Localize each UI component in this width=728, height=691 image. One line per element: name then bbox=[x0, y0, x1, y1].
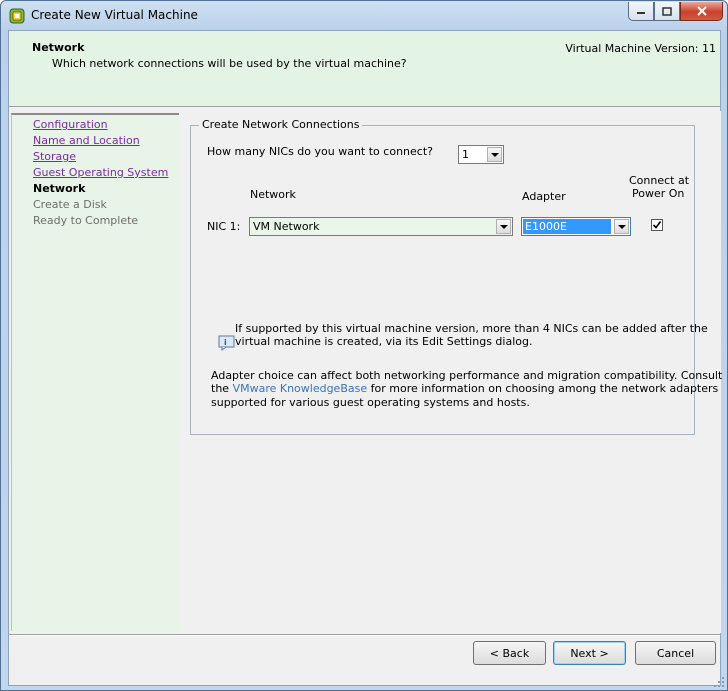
minimize-button[interactable] bbox=[628, 2, 654, 21]
close-icon bbox=[696, 6, 707, 16]
minimize-icon bbox=[637, 12, 645, 14]
step-name-and-location[interactable]: Name and Location bbox=[33, 134, 140, 147]
nic1-adapter-dropdown[interactable]: E1000E bbox=[521, 217, 631, 236]
info-text-line1: If supported by this virtual machine ver… bbox=[235, 322, 708, 335]
network-column-header: Network bbox=[250, 188, 296, 201]
footer-separator-highlight bbox=[9, 635, 720, 636]
resize-grip-icon[interactable] bbox=[713, 676, 725, 688]
next-button[interactable]: Next > bbox=[553, 641, 626, 665]
adapter-note-line2-suffix: for more information on choosing among t… bbox=[367, 382, 719, 395]
connect-column-header-line1: Connect at bbox=[629, 174, 690, 187]
connect-column-header-line2: Power On bbox=[632, 187, 685, 200]
nic1-adapter-value: E1000E bbox=[523, 219, 611, 234]
chevron-down-icon bbox=[496, 219, 511, 234]
wizard-steps-sidebar: Configuration Name and Location Storage … bbox=[11, 113, 179, 631]
window-controls bbox=[628, 2, 723, 21]
vm-version-label: Virtual Machine Version: 11 bbox=[565, 42, 716, 55]
window-title: Create New Virtual Machine bbox=[31, 8, 198, 22]
step-guest-operating-system[interactable]: Guest Operating System bbox=[33, 166, 168, 179]
nic1-network-dropdown[interactable]: VM Network bbox=[249, 217, 513, 236]
page-title: Network bbox=[32, 41, 85, 54]
step-ready-to-complete: Ready to Complete bbox=[33, 214, 139, 227]
chevron-down-icon bbox=[614, 219, 629, 234]
step-create-a-disk: Create a Disk bbox=[33, 198, 107, 211]
nic-count-value: 1 bbox=[462, 148, 469, 161]
cancel-button[interactable]: Cancel bbox=[635, 641, 716, 665]
step-network: Network bbox=[33, 182, 86, 195]
adapter-note-line2: the VMware KnowledgeBase for more inform… bbox=[211, 382, 718, 395]
nic-count-dropdown[interactable]: 1 bbox=[458, 145, 504, 164]
chevron-down-icon bbox=[487, 147, 502, 162]
wizard-content: Create Network Connections How many NICs… bbox=[181, 111, 722, 633]
nic1-connect-at-power-on-checkbox[interactable] bbox=[651, 219, 663, 231]
back-button[interactable]: < Back bbox=[473, 641, 546, 665]
nic-count-question: How many NICs do you want to connect? bbox=[207, 145, 433, 158]
dialog-window: Create New Virtual Machine Network Which… bbox=[0, 0, 728, 691]
adapter-note-line3: supported for various guest operating sy… bbox=[211, 396, 530, 409]
step-storage[interactable]: Storage bbox=[33, 150, 76, 163]
adapter-note-line1: Adapter choice can affect both networkin… bbox=[211, 369, 723, 382]
page-subtitle: Which network connections will be used b… bbox=[52, 57, 407, 70]
network-connections-group: Create Network Connections How many NICs… bbox=[190, 118, 722, 435]
dialog-client-area: Network Which network connections will b… bbox=[8, 30, 722, 686]
wizard-header: Network Which network connections will b… bbox=[9, 31, 720, 107]
close-button[interactable] bbox=[680, 2, 723, 21]
title-bar[interactable]: Create New Virtual Machine bbox=[1, 1, 727, 30]
info-text-line2: virtual machine is created, via its Edit… bbox=[235, 335, 533, 348]
vmware-knowledgebase-link[interactable]: VMware KnowledgeBase bbox=[233, 382, 368, 395]
checkmark-icon bbox=[652, 221, 662, 229]
info-icon: i bbox=[218, 335, 235, 351]
maximize-button[interactable] bbox=[654, 2, 680, 21]
nic1-label: NIC 1: bbox=[207, 220, 241, 233]
vsphere-app-icon bbox=[9, 8, 25, 24]
nic1-network-value: VM Network bbox=[253, 220, 320, 233]
adapter-note-line2-prefix: the bbox=[211, 382, 233, 395]
adapter-column-header: Adapter bbox=[522, 190, 566, 203]
step-configuration[interactable]: Configuration bbox=[33, 118, 108, 131]
svg-text:i: i bbox=[224, 338, 227, 347]
group-legend: Create Network Connections bbox=[199, 118, 363, 131]
maximize-icon bbox=[662, 6, 672, 16]
